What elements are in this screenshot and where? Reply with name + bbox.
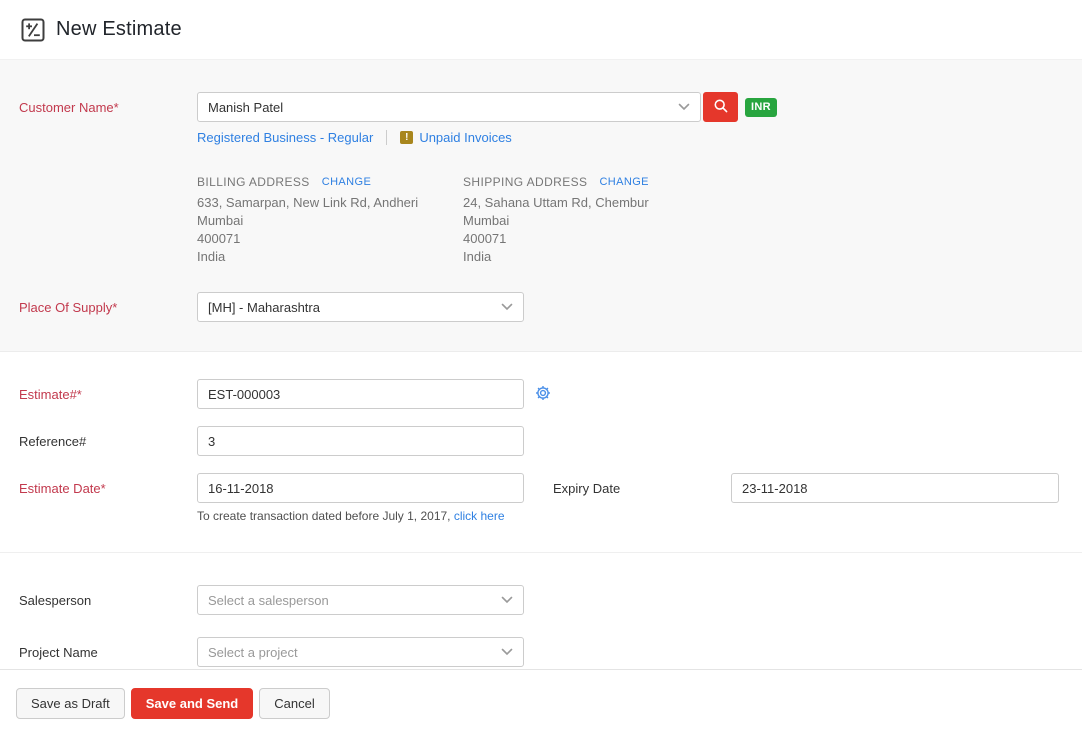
customer-select-value: Manish Patel: [208, 99, 284, 115]
customer-name-row: Customer Name* Manish Patel INR: [19, 92, 1082, 122]
search-icon: [713, 98, 729, 117]
reference-row: Reference#: [19, 426, 1082, 456]
salesperson-select[interactable]: Select a salesperson: [197, 585, 524, 615]
shipping-address-line: India: [463, 249, 492, 264]
estimate-number-settings-button[interactable]: [535, 385, 551, 404]
chevron-down-icon: [678, 98, 690, 116]
page-header: New Estimate: [0, 0, 1082, 60]
customer-search-button[interactable]: [703, 92, 738, 122]
reference-input[interactable]: [197, 426, 524, 456]
estimate-number-label: Estimate#*: [19, 386, 82, 402]
save-and-send-button[interactable]: Save and Send: [130, 688, 254, 719]
estimate-date-input[interactable]: [197, 473, 524, 503]
project-placeholder: Select a project: [208, 644, 298, 660]
gear-icon: [535, 385, 551, 404]
backdated-helper-text: To create transaction dated before July …: [197, 509, 451, 523]
salesperson-row: Salesperson Select a salesperson: [19, 585, 1082, 615]
estimate-icon: [21, 18, 45, 42]
project-name-label: Project Name: [19, 644, 98, 660]
estimate-details-section: Estimate#* EST-000003 Reference# 3 Estim…: [0, 352, 1082, 553]
billing-address: BILLING ADDRESS CHANGE 633, Samarpan, Ne…: [197, 175, 463, 266]
shipping-address-line: Mumbai: [463, 213, 510, 228]
place-of-supply-row: Place Of Supply* [MH] - Maharashtra: [19, 292, 1082, 322]
unpaid-invoices-link[interactable]: Unpaid Invoices: [419, 130, 512, 145]
expiry-date-label: Expiry Date: [553, 480, 621, 496]
reference-label: Reference#: [19, 433, 87, 449]
shipping-change-link[interactable]: CHANGE: [599, 176, 648, 188]
project-row: Project Name Select a project: [19, 637, 1082, 667]
estimate-number-input[interactable]: [197, 379, 524, 409]
place-of-supply-label: Place Of Supply*: [19, 299, 118, 315]
new-estimate-page: New Estimate Customer Name* Manish Patel…: [0, 0, 1082, 736]
estimate-number-row: Estimate#*: [19, 379, 1082, 409]
shipping-address: SHIPPING ADDRESS CHANGE 24, Sahana Uttam…: [463, 175, 729, 266]
cancel-button[interactable]: Cancel: [259, 688, 330, 719]
separator: [386, 130, 388, 145]
expiry-date-input[interactable]: [731, 473, 1059, 503]
gst-treatment-link[interactable]: Registered Business - Regular: [197, 130, 373, 145]
billing-address-heading: BILLING ADDRESS: [197, 175, 310, 189]
warning-icon: !: [400, 131, 414, 144]
chevron-down-icon: [501, 298, 513, 316]
chevron-down-icon: [501, 591, 513, 609]
estimate-date-label: Estimate Date*: [19, 480, 106, 496]
project-select[interactable]: Select a project: [197, 637, 524, 667]
place-of-supply-select[interactable]: [MH] - Maharashtra: [197, 292, 524, 322]
billing-address-line: 633, Samarpan, New Link Rd, Andheri: [197, 195, 419, 210]
customer-section: Customer Name* Manish Patel INR Register…: [0, 60, 1082, 352]
customer-name-label: Customer Name*: [19, 99, 119, 115]
salesperson-placeholder: Select a salesperson: [208, 592, 329, 608]
place-of-supply-value: [MH] - Maharashtra: [208, 299, 320, 315]
save-as-draft-button[interactable]: Save as Draft: [16, 688, 125, 719]
customer-select[interactable]: Manish Patel: [197, 92, 701, 122]
billing-address-line: India: [197, 249, 226, 264]
billing-address-line: Mumbai: [197, 213, 244, 228]
addresses-row: BILLING ADDRESS CHANGE 633, Samarpan, Ne…: [197, 175, 1082, 266]
click-here-link[interactable]: click here: [454, 509, 505, 523]
assignment-section: Salesperson Select a salesperson Project…: [0, 553, 1082, 670]
shipping-address-line: 400071: [463, 231, 507, 246]
dates-row: Estimate Date* Expiry Date: [19, 473, 1082, 503]
salesperson-label: Salesperson: [19, 592, 92, 608]
footer-actions: Save as Draft Save and Send Cancel: [0, 670, 1082, 735]
page-title: New Estimate: [56, 18, 182, 40]
shipping-address-line: 24, Sahana Uttam Rd, Chembur: [463, 195, 649, 210]
backdated-helper: To create transaction dated before July …: [197, 509, 1082, 523]
currency-badge: INR: [745, 97, 777, 117]
chevron-down-icon: [501, 643, 513, 661]
billing-change-link[interactable]: CHANGE: [322, 176, 371, 188]
billing-address-line: 400071: [197, 231, 241, 246]
shipping-address-heading: SHIPPING ADDRESS: [463, 175, 588, 189]
customer-meta-row: Registered Business - Regular ! Unpaid I…: [197, 130, 1082, 145]
